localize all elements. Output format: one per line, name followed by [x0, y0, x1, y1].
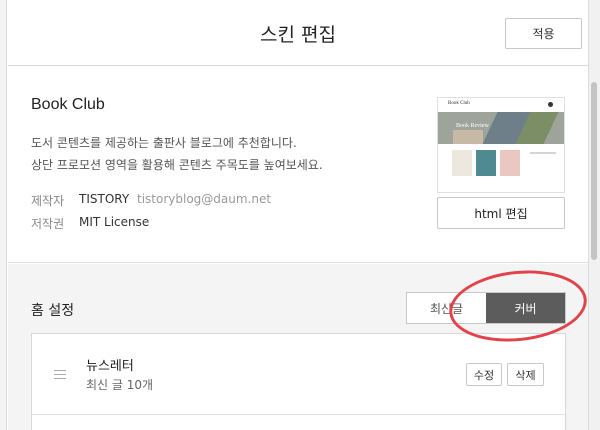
home-mode-toggle: 최신글 커버 — [406, 292, 566, 324]
maker-label: 제작자 — [31, 194, 65, 208]
preview-menu-icon — [548, 102, 553, 107]
skin-info-section: Book Club 도서 콘텐츠를 제공하는 출판사 블로그에 추천합니다. 상… — [8, 67, 588, 263]
skin-name: Book Club — [31, 96, 105, 113]
maker-email: tistoryblog@daum.net — [137, 192, 272, 206]
skin-description-line: 상단 프로모션 영역을 활용해 콘텐츠 주목도를 높여보세요. — [31, 158, 323, 172]
scrollbar-thumb[interactable] — [591, 82, 597, 260]
preview-banner-text: Book Review — [456, 123, 489, 129]
preview-card — [500, 150, 520, 176]
editor-header: 스킨 편집 적용 — [8, 0, 588, 66]
preview-card — [476, 150, 496, 176]
skin-preview-thumbnail: Book Club Book Review — [437, 97, 565, 193]
item-subtitle: 최신 글 10개 — [86, 378, 154, 392]
preview-banner: Book Review — [438, 112, 564, 144]
left-panel-edge — [0, 0, 7, 430]
drag-handle-icon[interactable] — [54, 370, 66, 379]
preview-nav: Book Club — [438, 98, 564, 112]
edit-button[interactable]: 수정 — [466, 363, 502, 386]
home-settings-title: 홈 설정 — [31, 303, 75, 319]
skin-description-line: 도서 콘텐츠를 제공하는 출판사 블로그에 추천합니다. — [31, 136, 297, 150]
preview-card — [452, 150, 472, 176]
license-label: 저작권 — [31, 217, 65, 231]
list-item: 뉴스레터 최신 글 10개 수정 삭제 — [32, 334, 565, 415]
maker-value: TISTORY tistoryblog@daum.net — [79, 192, 271, 206]
toggle-cover[interactable]: 커버 — [486, 293, 565, 323]
item-title: 뉴스레터 — [86, 359, 134, 374]
maker-name: TISTORY — [79, 192, 130, 206]
cover-item-list: 뉴스레터 최신 글 10개 수정 삭제 — [31, 333, 566, 430]
page-title: 스킨 편집 — [260, 24, 336, 46]
apply-button[interactable]: 적용 — [505, 18, 582, 49]
delete-button[interactable]: 삭제 — [507, 363, 544, 386]
html-edit-button[interactable]: html 편집 — [437, 197, 565, 229]
preview-sidebar — [530, 152, 556, 154]
license-value: MIT License — [79, 215, 150, 229]
home-settings-section: 홈 설정 최신글 커버 뉴스레터 최신 글 10개 수정 삭제 — [8, 264, 588, 430]
preview-brand: Book Club — [448, 101, 470, 106]
toggle-latest-posts[interactable]: 최신글 — [407, 293, 486, 323]
